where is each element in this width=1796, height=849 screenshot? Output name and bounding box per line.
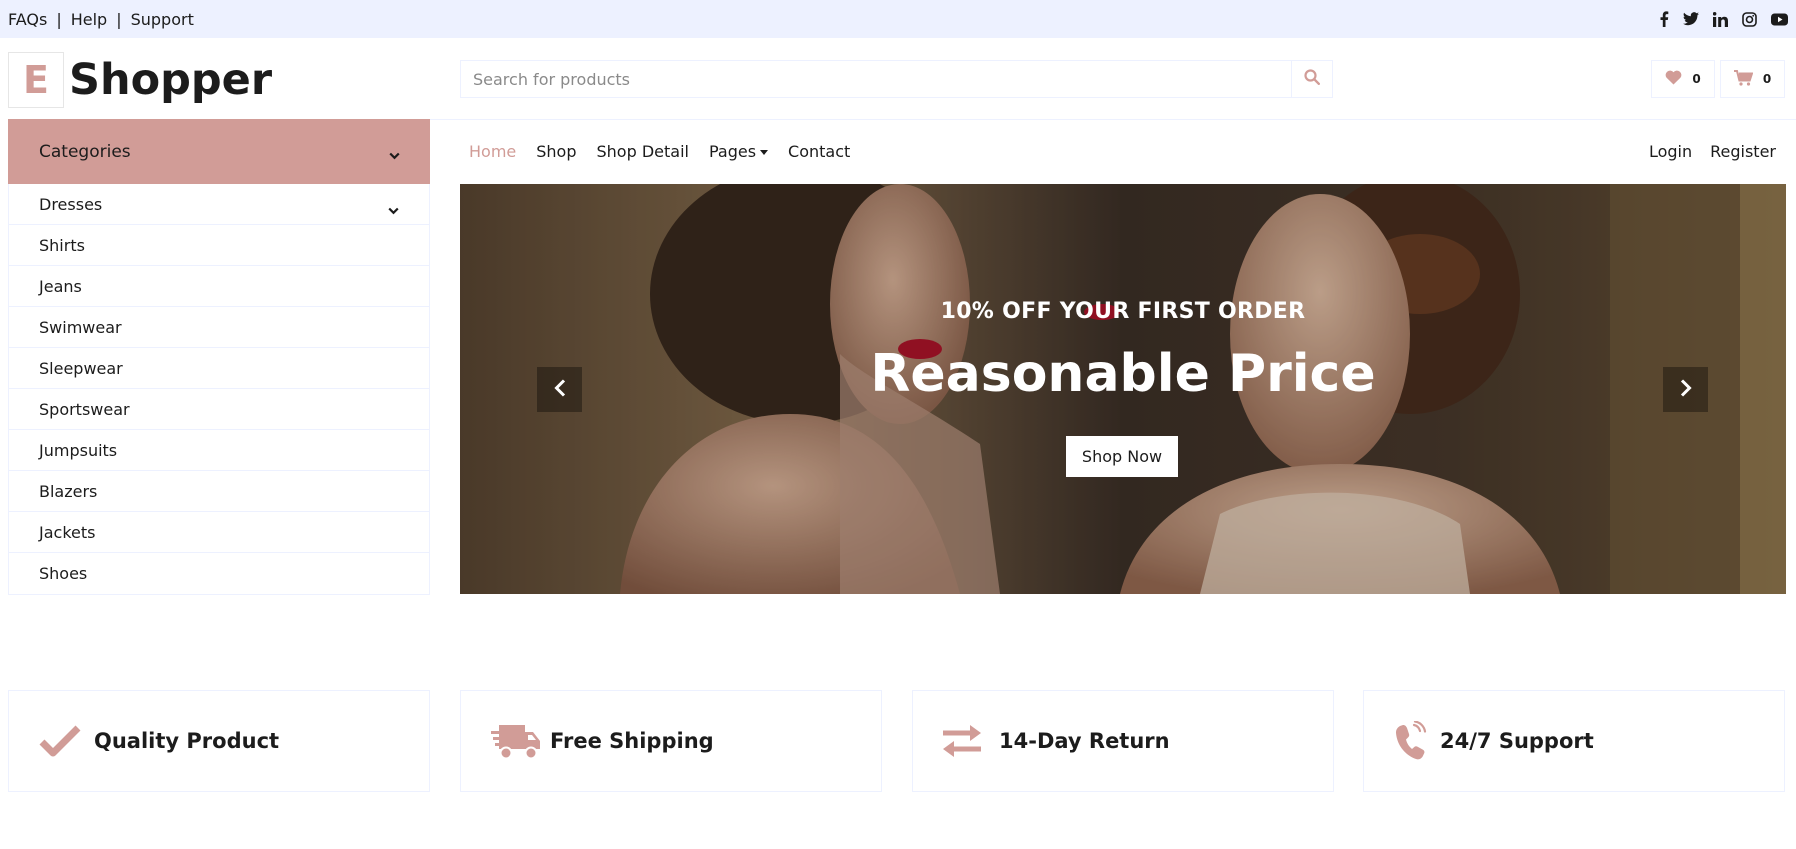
category-item-swimwear[interactable]: Swimwear: [9, 307, 429, 348]
feature-label: Quality Product: [94, 729, 280, 753]
feature-shipping: Free Shipping: [460, 690, 882, 792]
category-item-jeans[interactable]: Jeans: [9, 266, 429, 307]
twitter-icon[interactable]: [1683, 12, 1699, 26]
top-bar: FAQs | Help | Support: [0, 0, 1796, 38]
category-label: Jeans: [39, 276, 82, 296]
chevron-down-icon: [389, 145, 400, 165]
check-icon: [39, 724, 81, 758]
nav-contact[interactable]: Contact: [788, 142, 850, 161]
hero-carousel: 10% OFF YOUR FIRST ORDER Reasonable Pric…: [460, 184, 1786, 594]
phone-icon: [1394, 721, 1428, 761]
separator: |: [116, 9, 122, 29]
category-label: Dresses: [39, 194, 103, 214]
truck-icon: [491, 721, 541, 761]
search-input[interactable]: [461, 61, 1291, 97]
feature-support: 24/7 Support: [1363, 690, 1785, 792]
heart-icon: [1665, 70, 1682, 88]
shop-now-button[interactable]: Shop Now: [1066, 436, 1178, 477]
wishlist-count: 0: [1692, 72, 1701, 86]
category-label: Sportswear: [39, 399, 130, 419]
cart-button[interactable]: 0: [1720, 60, 1785, 98]
category-label: Jackets: [39, 522, 96, 542]
linkedin-icon[interactable]: [1713, 11, 1728, 27]
categories-toggle[interactable]: Categories: [8, 119, 430, 184]
categories-title: Categories: [39, 141, 131, 162]
account-nav: Login Register: [1649, 119, 1776, 184]
nav-home[interactable]: Home: [469, 142, 516, 161]
hero-title: Reasonable Price: [870, 344, 1376, 404]
category-label: Swimwear: [39, 317, 122, 337]
nav-shop-detail[interactable]: Shop Detail: [597, 142, 689, 161]
search-icon: [1304, 69, 1321, 89]
chevron-right-icon: [1680, 378, 1692, 401]
category-label: Sleepwear: [39, 358, 123, 378]
register-link[interactable]: Register: [1710, 142, 1776, 161]
category-label: Blazers: [39, 481, 98, 501]
site-logo[interactable]: E Shopper: [8, 52, 272, 108]
exchange-icon: [941, 724, 983, 758]
login-link[interactable]: Login: [1649, 142, 1692, 161]
faqs-link[interactable]: FAQs: [8, 10, 47, 29]
cart-icon: [1733, 69, 1754, 89]
category-label: Jumpsuits: [39, 440, 118, 460]
feature-quality: Quality Product: [8, 690, 430, 792]
carousel-next-button[interactable]: [1663, 367, 1708, 412]
category-label: Shirts: [39, 235, 85, 255]
category-item-jumpsuits[interactable]: Jumpsuits: [9, 430, 429, 471]
nav-pages-label: Pages: [708, 142, 757, 161]
category-item-jackets[interactable]: Jackets: [9, 512, 429, 553]
main-nav: Home Shop Shop Detail Pages Contact: [469, 119, 850, 184]
category-item-shoes[interactable]: Shoes: [9, 553, 429, 594]
logo-letter: E: [8, 52, 64, 108]
youtube-icon[interactable]: [1771, 13, 1788, 26]
wishlist-button[interactable]: 0: [1651, 60, 1715, 98]
category-item-sportswear[interactable]: Sportswear: [9, 389, 429, 430]
category-item-dresses[interactable]: Dresses: [9, 184, 429, 225]
feature-label: 24/7 Support: [1440, 729, 1594, 753]
top-links: FAQs | Help | Support: [8, 0, 194, 38]
logo-text: Shopper: [69, 55, 273, 105]
feature-label: Free Shipping: [550, 729, 714, 753]
support-link[interactable]: Support: [131, 10, 194, 29]
social-links: [1659, 0, 1788, 38]
facebook-icon[interactable]: [1659, 11, 1669, 27]
cart-count: 0: [1762, 72, 1772, 86]
chevron-down-icon: [388, 200, 399, 219]
feature-return: 14-Day Return: [912, 690, 1334, 792]
search-button[interactable]: [1291, 61, 1332, 97]
category-item-shirts[interactable]: Shirts: [9, 225, 429, 266]
instagram-icon[interactable]: [1742, 11, 1757, 27]
search-bar: [460, 60, 1333, 98]
help-link[interactable]: Help: [71, 10, 107, 29]
categories-list: Dresses Shirts Jeans Swimwear Sleepwear …: [8, 184, 430, 595]
category-label: Shoes: [39, 564, 88, 583]
chevron-left-icon: [553, 378, 566, 401]
carousel-prev-button[interactable]: [537, 367, 582, 412]
separator: |: [56, 9, 62, 29]
feature-label: 14-Day Return: [999, 729, 1170, 753]
nav-shop[interactable]: Shop: [536, 142, 576, 161]
caret-down-icon: [760, 150, 769, 155]
category-item-sleepwear[interactable]: Sleepwear: [9, 348, 429, 389]
nav-pages[interactable]: Pages: [708, 142, 769, 161]
hero-subtitle: 10% OFF YOUR FIRST ORDER: [940, 299, 1306, 324]
category-item-blazers[interactable]: Blazers: [9, 471, 429, 512]
